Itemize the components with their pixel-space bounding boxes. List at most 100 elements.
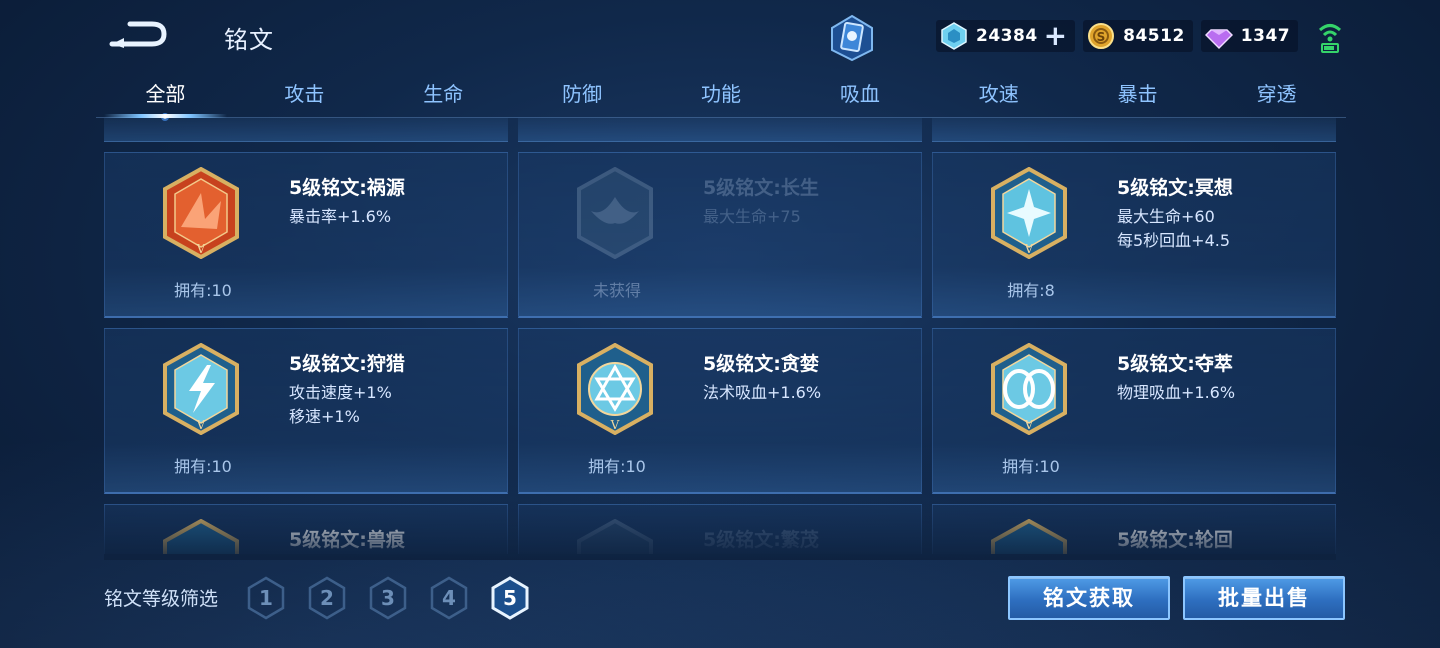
svg-text:S: S (1097, 30, 1106, 44)
svg-text:V: V (1024, 418, 1034, 432)
tab-defense[interactable]: 防御 (513, 74, 652, 117)
tab-penetration[interactable]: 穿透 (1207, 74, 1346, 117)
red-emblem-icon: V (163, 167, 239, 259)
inscription-name: 5级铭文:夺萃 (1117, 353, 1233, 375)
inscription-stat: 最大生命+60 (1117, 207, 1215, 226)
level-number: 5 (503, 586, 517, 610)
inscription-card[interactable]: V 5级铭文:冥想 最大生命+60 每5秒回血+4.5 拥有:8 (932, 152, 1336, 318)
level-5-filter[interactable]: 5 (490, 576, 530, 620)
tab-attack[interactable]: 攻击 (235, 74, 374, 117)
inscription-name: 5级铭文:冥想 (1117, 177, 1233, 199)
inscription-stat: 暴击率+1.6% (289, 207, 392, 226)
currency-bar: 24384 + S 84512 1347 (936, 19, 1299, 53)
gold-coin-icon: S (1088, 23, 1115, 49)
inscription-name: 5级铭文:祸源 (289, 177, 405, 199)
tab-label: 穿透 (1256, 82, 1297, 106)
owned-status: 未获得 (592, 281, 641, 300)
star-circle-emblem-icon: V (577, 343, 653, 435)
inscription-name: 5级铭文:贪婪 (703, 353, 819, 375)
level-3-filter[interactable]: 3 (368, 576, 408, 620)
previous-row-stub (518, 118, 922, 142)
tab-label: 攻击 (284, 82, 325, 106)
svg-text:V: V (1024, 242, 1034, 256)
blue-star-emblem-icon: V (991, 167, 1067, 259)
level-number: 4 (442, 586, 456, 610)
svg-text:V: V (610, 418, 620, 432)
category-tabs: 全部 攻击 生命 防御 功能 吸血 攻速 暴击 穿透 (96, 74, 1346, 121)
tab-label: 全部 (145, 82, 186, 106)
level-1-filter[interactable]: 1 (246, 576, 286, 620)
inscription-stat: 攻击速度+1% (289, 383, 392, 402)
owned-count: 拥有:10 (588, 457, 646, 476)
diamond-value: 1347 (1240, 26, 1291, 46)
whale-tail-emblem-icon (577, 167, 653, 259)
gold-currency: S 84512 (1083, 20, 1193, 52)
crystal-icon (941, 22, 967, 50)
tab-label: 功能 (701, 82, 741, 106)
tab-health[interactable]: 生命 (374, 74, 513, 117)
svg-text:V: V (196, 418, 206, 432)
diamond-currency: 1347 (1200, 20, 1299, 52)
page-title: 铭文 (224, 26, 274, 54)
obtain-inscription-button[interactable]: 铭文获取 (1008, 576, 1170, 620)
diamond-icon (1204, 29, 1233, 50)
wifi-signal-icon (1318, 24, 1342, 53)
inscription-stat: 移速+1% (289, 407, 360, 426)
level-filter: 1 2 3 4 5 (246, 576, 530, 620)
level-filter-label: 铭文等级筛选 (104, 588, 219, 610)
inscription-stat: 每5秒回血+4.5 (1117, 231, 1231, 250)
level-4-filter[interactable]: 4 (429, 576, 469, 620)
bulk-sell-button[interactable]: 批量出售 (1183, 576, 1345, 620)
inscription-stat: 法术吸血+1.6% (703, 383, 822, 402)
tab-lifesteal[interactable]: 吸血 (790, 74, 929, 117)
tab-label: 防御 (562, 82, 603, 106)
gold-value: 84512 (1123, 26, 1185, 46)
inscription-card[interactable]: 5级铭文:繁茂 (518, 504, 922, 554)
inscription-card[interactable]: 5级铭文:轮回 (932, 504, 1336, 554)
inscription-stat: 最大生命+75 (703, 207, 801, 226)
inscription-stat: 物理吸血+1.6% (1117, 383, 1236, 402)
inscription-book-icon[interactable] (828, 14, 876, 62)
add-coupon-icon[interactable]: + (1044, 22, 1067, 50)
owned-count: 拥有:10 (174, 281, 232, 300)
back-button[interactable] (108, 18, 170, 52)
coupon-currency: 24384 + (936, 20, 1076, 52)
faded-emblem-icon (577, 519, 653, 554)
inscription-grid[interactable]: V 5级铭文:祸源 暴击率+1.6% 拥有:10 5级铭文:长生 最大生命+75… (104, 118, 1336, 554)
previous-row-stub (932, 118, 1336, 142)
coupon-value: 24384 (976, 26, 1038, 46)
inscription-name: 5级铭文:繁茂 (703, 529, 819, 551)
tab-label: 暴击 (1117, 82, 1158, 106)
inscription-card[interactable]: V 5级铭文:贪婪 法术吸血+1.6% 拥有:10 (518, 328, 922, 494)
knot-emblem-icon: V (991, 343, 1067, 435)
level-number: 3 (381, 586, 395, 610)
inscription-card[interactable]: V 5级铭文:祸源 暴击率+1.6% 拥有:10 (104, 152, 508, 318)
back-arrow-icon (109, 21, 167, 48)
inscription-card[interactable]: V 5级铭文:夺萃 物理吸血+1.6% 拥有:10 (932, 328, 1336, 494)
inscription-name: 5级铭文:兽痕 (289, 529, 405, 551)
level-number: 2 (320, 586, 334, 610)
tab-utility[interactable]: 功能 (652, 74, 791, 117)
tab-label: 攻速 (978, 82, 1019, 106)
inscription-name: 5级铭文:狩猎 (289, 353, 405, 375)
lightning-emblem-icon: V (163, 343, 239, 435)
tab-all[interactable]: 全部 (96, 74, 235, 121)
tab-attack-speed[interactable]: 攻速 (929, 74, 1068, 117)
inscription-name: 5级铭文:轮回 (1117, 529, 1233, 551)
owned-count: 拥有:8 (1007, 281, 1055, 300)
blue-emblem-icon (991, 519, 1067, 554)
tab-label: 吸血 (839, 82, 880, 106)
blue-emblem-icon (163, 519, 239, 554)
tab-critical[interactable]: 暴击 (1068, 74, 1207, 117)
inscription-card[interactable]: 5级铭文:长生 最大生命+75 未获得 (518, 152, 922, 318)
inscription-name: 5级铭文:长生 (703, 177, 819, 199)
level-2-filter[interactable]: 2 (307, 576, 347, 620)
level-number: 1 (259, 586, 273, 610)
owned-count: 拥有:10 (1002, 457, 1060, 476)
tab-label: 生命 (423, 82, 464, 106)
previous-row-stub (104, 118, 508, 142)
inscription-card[interactable]: 5级铭文:兽痕 (104, 504, 508, 554)
owned-count: 拥有:10 (174, 457, 232, 476)
svg-text:V: V (196, 242, 206, 256)
inscription-card[interactable]: V 5级铭文:狩猎 攻击速度+1% 移速+1% 拥有:10 (104, 328, 508, 494)
